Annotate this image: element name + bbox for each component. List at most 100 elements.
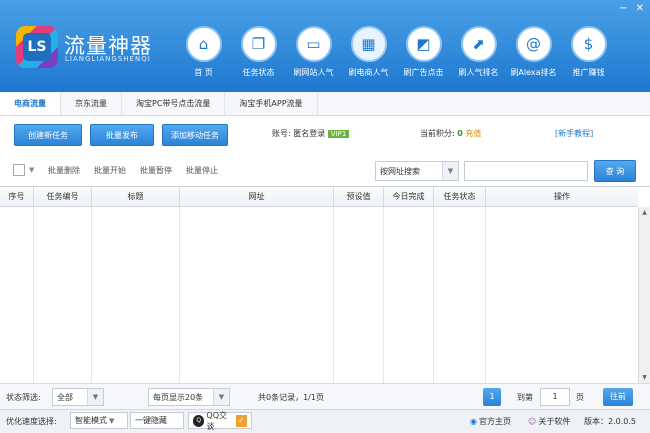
tasks-icon: ❐: [240, 26, 277, 62]
app-header: LS 流量神器 LIANGLIANGSHENQI − ✕ ⌂ 首 页 ❐ 任务状态 …: [0, 0, 650, 92]
add-mobile-task-button[interactable]: 添加移动任务: [162, 124, 228, 146]
logo-text: LS: [23, 33, 51, 61]
chevron-down-icon: ▼: [213, 389, 229, 405]
page-size-value: 每页显示20条: [153, 392, 204, 402]
page-1-button[interactable]: 1: [483, 388, 501, 406]
table-body: [0, 207, 638, 384]
qq-chat-button[interactable]: Q QQ交谈 ✓: [188, 410, 252, 431]
search-button[interactable]: 查 询: [594, 160, 636, 182]
search-type-value: 按网址搜索: [380, 166, 420, 176]
qq-icon: Q: [193, 414, 205, 427]
col-preset[interactable]: 预设值: [334, 187, 384, 206]
close-icon[interactable]: ✕: [636, 3, 644, 14]
task-table: 序号 任务编号 标题 网址 预设值 今日完成 任务状态 操作 ▲ ▼: [0, 186, 650, 384]
tab-taobao-pc[interactable]: 淘宝PC带号点击流量: [122, 92, 226, 115]
col-status[interactable]: 任务状态: [434, 187, 486, 206]
page-unit: 页: [576, 393, 584, 402]
scroll-up-icon[interactable]: ▲: [639, 207, 650, 219]
nav-label: 刷广告点击: [403, 68, 444, 77]
tutorial-link[interactable]: [新手教程]: [555, 128, 593, 139]
money-bag-icon: $: [570, 26, 607, 62]
chevron-down-icon: ▼: [87, 389, 103, 405]
nav-earn[interactable]: $ 推广赚钱: [561, 26, 616, 86]
select-all-checkbox[interactable]: [13, 164, 25, 176]
nav-task-status[interactable]: ❐ 任务状态: [231, 26, 286, 86]
tab-ecommerce[interactable]: 电商流量: [0, 92, 61, 115]
speed-mode-select[interactable]: 智能模式 ▼: [70, 412, 128, 429]
search-input[interactable]: [464, 161, 588, 181]
homepage-label: 官方主页: [478, 417, 511, 426]
col-title[interactable]: 标题: [92, 187, 180, 206]
batch-stop-button[interactable]: 批量停止: [186, 165, 218, 176]
nav-label: 刷Alexa排名: [510, 68, 557, 77]
batch-publish-button[interactable]: 批量发布: [90, 124, 154, 146]
nav-ecommerce-traffic[interactable]: ▦ 刷电商人气: [341, 26, 396, 86]
nav-label: 刷电商人气: [348, 68, 389, 77]
account-label: 账号:: [272, 129, 291, 138]
goto-page-input[interactable]: 1: [540, 388, 570, 406]
about-label: 关于软件: [538, 417, 571, 426]
tab-jd[interactable]: 京东流量: [61, 92, 122, 115]
qq-chat-label: QQ交谈: [206, 410, 227, 431]
create-task-button[interactable]: 创建新任务: [14, 124, 82, 146]
goto-label: 到第: [517, 393, 533, 402]
homepage-link[interactable]: ◉ 官方主页: [470, 416, 511, 427]
points-label: 当前积分:: [420, 129, 455, 138]
nav-ad-click[interactable]: ◩ 刷广告点击: [396, 26, 451, 86]
nav-label: 首 页: [194, 68, 213, 77]
table-header: 序号 任务编号 标题 网址 预设值 今日完成 任务状态 操作: [0, 187, 638, 207]
page-size-select[interactable]: 每页显示20条 ▼: [148, 388, 230, 406]
monitor-icon: ▭: [295, 26, 332, 62]
ad-icon: ◩: [405, 26, 442, 62]
status-filter-select[interactable]: 全部 ▼: [52, 388, 104, 406]
shop-icon: ▦: [350, 26, 387, 62]
vertical-scrollbar[interactable]: ▲ ▼: [638, 207, 650, 384]
chevron-down-icon[interactable]: ▼: [29, 166, 34, 174]
points-value: 0: [457, 129, 463, 138]
about-link[interactable]: ☺ 关于软件: [528, 416, 570, 427]
points-info: 当前积分: 0 充值: [420, 128, 481, 139]
nav-site-traffic[interactable]: ▭ 刷网站人气: [286, 26, 341, 86]
nav-rank[interactable]: ⬈ 刷人气排名: [451, 26, 506, 86]
batch-delete-button[interactable]: 批量删除: [48, 165, 80, 176]
app-logo: LS: [16, 26, 58, 68]
app-name-en: LIANGLIANGSHENQI: [65, 55, 151, 63]
nav-label: 刷网站人气: [293, 68, 334, 77]
recharge-link[interactable]: 充值: [465, 129, 481, 138]
batch-start-button[interactable]: 批量开始: [94, 165, 126, 176]
account-name: 匿名登录: [293, 129, 326, 138]
nav-label: 推广赚钱: [572, 68, 605, 77]
go-button[interactable]: 往前: [603, 388, 633, 406]
status-filter-value: 全部: [57, 392, 73, 402]
col-url[interactable]: 网址: [180, 187, 334, 206]
nav-alexa[interactable]: @ 刷Alexa排名: [506, 26, 561, 86]
nav-label: 刷人气排名: [458, 68, 499, 77]
col-today-done[interactable]: 今日完成: [384, 187, 434, 206]
record-summary: 共0条记录，1/1页: [258, 393, 324, 402]
account-info: 账号: 匿名登录 VIP1: [272, 128, 350, 139]
version-text: 版本：2.0.0.5: [584, 417, 636, 426]
col-actions[interactable]: 操作: [486, 187, 638, 206]
alexa-icon: @: [515, 26, 552, 62]
col-task-id[interactable]: 任务编号: [34, 187, 92, 206]
search-type-select[interactable]: 按网址搜索 ▼: [375, 161, 459, 181]
globe-icon: ◉: [470, 417, 477, 426]
chevron-down-icon: ▼: [442, 162, 458, 180]
minimize-icon[interactable]: −: [619, 3, 627, 14]
about-icon: ☺: [528, 417, 537, 426]
chart-icon: ⬈: [460, 26, 497, 62]
nav-label: 任务状态: [242, 68, 275, 77]
sub-tabs: 电商流量 京东流量 淘宝PC带号点击流量 淘宝手机APP流量: [0, 92, 650, 116]
vip-badge: VIP1: [327, 130, 350, 138]
home-icon: ⌂: [185, 26, 222, 62]
main-nav: ⌂ 首 页 ❐ 任务状态 ▭ 刷网站人气 ▦ 刷电商人气 ◩ 刷广告点击 ⬈ 刷人气排名 @…: [176, 26, 616, 86]
speed-mode-value: 智能模式: [75, 416, 107, 425]
status-filter-label: 状态筛选:: [6, 393, 41, 402]
hide-button[interactable]: 一键隐藏: [130, 412, 184, 429]
col-index[interactable]: 序号: [0, 187, 34, 206]
batch-pause-button[interactable]: 批量暂停: [140, 165, 172, 176]
nav-home[interactable]: ⌂ 首 页: [176, 26, 231, 86]
check-icon: ✓: [235, 414, 247, 427]
tab-taobao-app[interactable]: 淘宝手机APP流量: [225, 92, 318, 115]
speed-label: 优化速度选择:: [6, 417, 57, 426]
